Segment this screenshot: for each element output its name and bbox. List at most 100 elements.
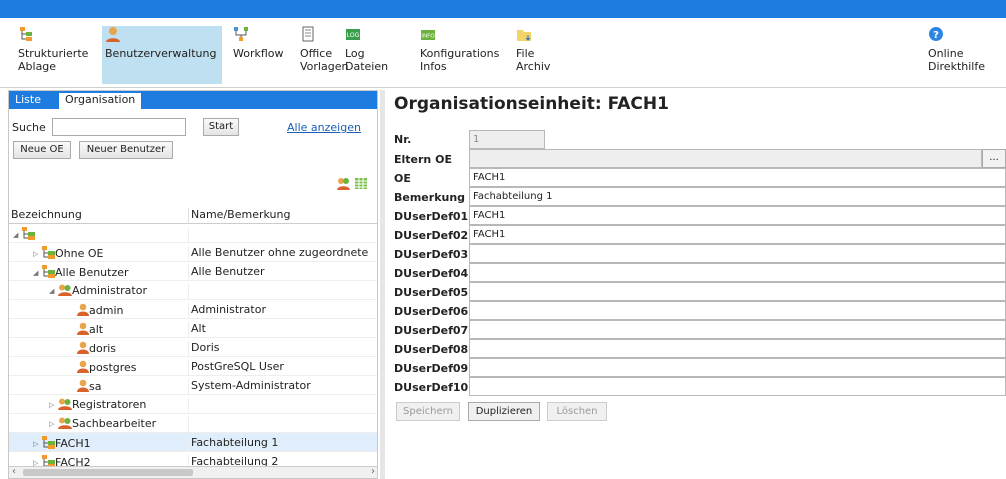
- expanded-triangle-icon[interactable]: ◢: [49, 287, 58, 295]
- delete-button[interactable]: Löschen: [547, 402, 607, 421]
- tree-row-desc: Alt: [188, 322, 206, 338]
- field-label-duserdef01: DUserDef01: [394, 210, 469, 223]
- user-icon: [77, 341, 89, 354]
- duplicate-button[interactable]: Duplizieren: [468, 402, 540, 421]
- tree-row-sachbearbeiter[interactable]: ▷ Sachbearbeiter: [9, 414, 377, 433]
- toolbar-file-archiv[interactable]: File Archiv: [516, 26, 566, 84]
- toolbar-workflow[interactable]: Workflow: [233, 26, 288, 84]
- show-all-link[interactable]: Alle anzeigen: [287, 121, 361, 134]
- toolbar-log-dateien[interactable]: LOG Log Dateien: [345, 26, 395, 84]
- duserdef07-field[interactable]: [469, 320, 1006, 339]
- tree-row-label: alt: [89, 323, 104, 336]
- org-unit-icon: [42, 246, 55, 259]
- nr-field: 1: [469, 130, 545, 149]
- expanded-triangle-icon[interactable]: ◢: [13, 231, 22, 239]
- browse-parent-button[interactable]: ...: [982, 149, 1006, 168]
- tree-row-desc: Doris: [188, 341, 220, 357]
- duserdef10-field[interactable]: [469, 377, 1006, 396]
- toolbar-label: Benutzerverwaltung: [105, 47, 217, 60]
- tree-row-label: admin: [89, 304, 124, 317]
- help-icon: ?: [929, 27, 943, 41]
- group-icon: [58, 417, 72, 429]
- org-unit-icon: [42, 436, 55, 449]
- tree-row-desc: [188, 284, 191, 300]
- user-icon: [106, 27, 120, 42]
- tree-row-label: Administrator: [72, 284, 147, 297]
- new-oe-button[interactable]: Neue OE: [13, 141, 71, 159]
- tree-row-user-postgres[interactable]: postgres PostGreSQL User: [9, 357, 377, 376]
- tab-liste[interactable]: Liste: [9, 91, 47, 109]
- tree-row-user-sa[interactable]: sa System-Administrator: [9, 376, 377, 395]
- user-icon: [77, 360, 89, 373]
- field-label-duserdef10: DUserDef10: [394, 381, 469, 394]
- tree-row-root[interactable]: ◢: [9, 224, 377, 243]
- toolbar-benutzerverwaltung[interactable]: Benutzerverwaltung: [102, 26, 222, 84]
- field-label-duserdef06: DUserDef06: [394, 305, 469, 318]
- toolbar-strukturierte-ablage[interactable]: Strukturierte Ablage: [18, 26, 108, 84]
- scroll-left-icon[interactable]: ‹: [12, 466, 16, 477]
- main-toolbar: Strukturierte Ablage Benutzerverwaltung …: [0, 18, 1006, 88]
- tree-header: Bezeichnung Name/Bemerkung: [9, 205, 377, 224]
- eltern-oe-field[interactable]: [469, 149, 982, 168]
- svg-text:?: ?: [933, 30, 939, 41]
- tree-row-label: Ohne OE: [55, 247, 104, 260]
- tree-row-desc: [188, 417, 191, 433]
- scrollbar-thumb[interactable]: [23, 469, 193, 476]
- panel-splitter[interactable]: [380, 90, 385, 479]
- tree-row-desc: [188, 227, 191, 243]
- duserdef01-field[interactable]: FACH1: [469, 206, 1006, 225]
- field-label-duserdef03: DUserDef03: [394, 248, 469, 261]
- collapsed-triangle-icon[interactable]: ▷: [49, 401, 58, 409]
- duserdef03-field[interactable]: [469, 244, 1006, 263]
- svg-text:LOG: LOG: [347, 32, 360, 39]
- tree-row-user-alt[interactable]: alt Alt: [9, 319, 377, 338]
- toolbar-online-direkthilfe[interactable]: ? Online Direkthilfe: [928, 26, 998, 84]
- tree-row-desc: Alle Benutzer ohne zugeordnete: [188, 246, 368, 262]
- duserdef02-field[interactable]: FACH1: [469, 225, 1006, 244]
- field-label-duserdef05: DUserDef05: [394, 286, 469, 299]
- duserdef05-field[interactable]: [469, 282, 1006, 301]
- scroll-right-icon[interactable]: ›: [371, 466, 375, 477]
- tab-organisation[interactable]: Organisation: [59, 91, 142, 109]
- column-header-name-bemerkung[interactable]: Name/Bemerkung: [188, 208, 290, 224]
- toolbar-label: Online Direkthilfe: [928, 47, 985, 73]
- tree-row-desc: Administrator: [188, 303, 266, 319]
- new-user-button[interactable]: Neuer Benutzer: [79, 141, 173, 159]
- add-group-icon[interactable]: [337, 177, 351, 190]
- tree-structure-icon: [20, 27, 32, 41]
- field-label-duserdef07: DUserDef07: [394, 324, 469, 337]
- workflow-icon: [234, 27, 248, 41]
- duserdef08-field[interactable]: [469, 339, 1006, 358]
- field-label-duserdef02: DUserDef02: [394, 229, 469, 242]
- tab-bar: Liste Organisation: [9, 91, 377, 109]
- tree-row-user-admin[interactable]: admin Administrator: [9, 300, 377, 319]
- group-icon: [58, 398, 72, 410]
- tree-row-administrator-group[interactable]: ◢ Administrator: [9, 281, 377, 300]
- search-input[interactable]: [52, 118, 186, 136]
- duserdef06-field[interactable]: [469, 301, 1006, 320]
- duserdef09-field[interactable]: [469, 358, 1006, 377]
- tree-row-user-doris[interactable]: doris Doris: [9, 338, 377, 357]
- collapsed-triangle-icon[interactable]: ▷: [49, 420, 58, 428]
- toolbar-konfigurations-infos[interactable]: INFO Konfigurations Infos: [420, 26, 510, 84]
- tree-row-ohne-oe[interactable]: ▷ Ohne OE Alle Benutzer ohne zugeordnete: [9, 243, 377, 262]
- duserdef04-field[interactable]: [469, 263, 1006, 282]
- top-accent-bar: [0, 0, 1006, 18]
- tree-row-label: Alle Benutzer: [55, 266, 129, 279]
- bemerkung-field[interactable]: Fachabteilung 1: [469, 187, 1006, 206]
- collapsed-triangle-icon[interactable]: ▷: [33, 440, 42, 448]
- save-button[interactable]: Speichern: [396, 402, 460, 421]
- tree-row-label: doris: [89, 342, 117, 355]
- collapsed-triangle-icon[interactable]: ▷: [33, 250, 42, 258]
- expanded-triangle-icon[interactable]: ◢: [33, 269, 42, 277]
- column-header-bezeichnung[interactable]: Bezeichnung: [11, 208, 82, 221]
- start-button[interactable]: Start: [203, 118, 239, 136]
- tree-row-registratoren[interactable]: ▷ Registratoren: [9, 395, 377, 414]
- folder-icon: [517, 30, 531, 41]
- horizontal-scrollbar[interactable]: ‹ ›: [9, 466, 377, 478]
- oe-field[interactable]: FACH1: [469, 168, 1006, 187]
- export-table-icon[interactable]: [354, 177, 368, 190]
- tree-row-alle-benutzer[interactable]: ◢ Alle Benutzer Alle Benutzer: [9, 262, 377, 281]
- toolbar-office-vorlagen[interactable]: Office Vorlagen: [300, 26, 350, 84]
- tree-row-fach1[interactable]: ▷ FACH1 Fachabteilung 1: [9, 433, 377, 452]
